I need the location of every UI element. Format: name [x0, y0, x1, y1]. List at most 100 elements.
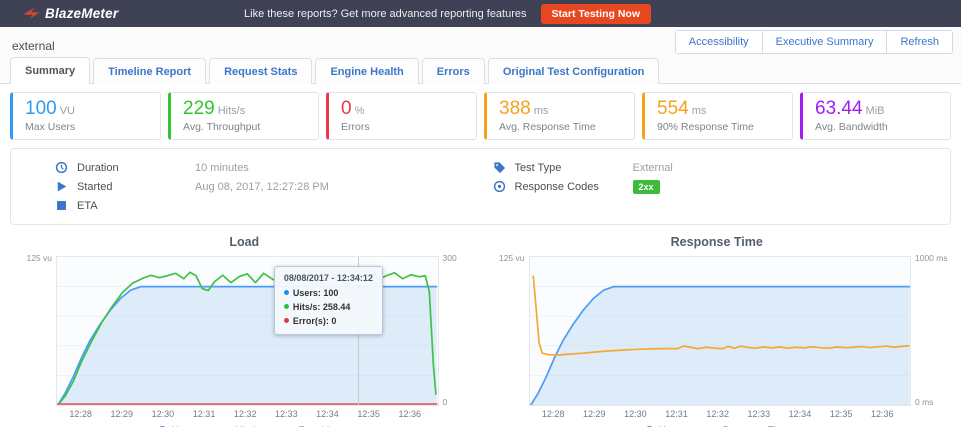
tooltip-row-error-s: Error(s): 0	[284, 315, 373, 329]
play-icon	[55, 180, 68, 193]
blazemeter-logo[interactable]: BlazeMeter	[24, 6, 118, 21]
stat-unit: %	[355, 105, 365, 117]
y-axis-left-label: 125 vu	[26, 253, 52, 263]
charts-section: Load 125 vu 300 0 08/08/2017 - 12:34:12U…	[0, 235, 961, 427]
stop-icon	[55, 199, 68, 212]
tab-engine-health[interactable]: Engine Health	[315, 58, 418, 84]
refresh-button[interactable]: Refresh	[886, 31, 952, 53]
stat-card-avg-bandwidth: 63.44MiBAvg. Bandwidth	[800, 92, 951, 140]
chart-canvas	[530, 257, 911, 405]
accessibility-button[interactable]: Accessibility	[676, 31, 762, 53]
stat-value: 554	[657, 98, 689, 119]
stat-label: 90% Response Time	[657, 121, 780, 133]
x-tick-label: 12:30	[624, 409, 647, 419]
stat-unit: ms	[534, 105, 549, 117]
tooltip-row-hits-s: Hits/s: 258.44	[284, 301, 373, 315]
x-tick-label: 12:28	[69, 409, 92, 419]
stat-unit: MiB	[866, 105, 885, 117]
test-info-panel: Duration10 minutesStartedAug 08, 2017, 1…	[10, 148, 951, 225]
stat-value: 229	[183, 98, 215, 119]
stat-unit: ms	[692, 105, 707, 117]
chart-title: Response Time	[481, 235, 954, 249]
info-row-response-codes: Response Codes2xx	[493, 177, 931, 196]
info-label: Started	[77, 181, 195, 193]
y-axis-right-max-label: 300	[443, 253, 457, 263]
series-color-dot	[284, 304, 289, 309]
test-info-right-column: Test TypeExternal Response Codes2xx	[493, 158, 931, 215]
stat-value-line: 0%	[341, 98, 464, 120]
stat-value: 63.44	[815, 98, 863, 119]
stat-label: Max Users	[25, 121, 148, 133]
stat-card-avg-response-time: 388msAvg. Response Time	[484, 92, 635, 140]
chart-title: Load	[8, 235, 481, 249]
x-tick-label: 12:34	[316, 409, 339, 419]
page-title: external	[12, 39, 55, 53]
response-codes-icon	[493, 180, 506, 193]
tab-original-test-configuration[interactable]: Original Test Configuration	[488, 58, 660, 84]
tooltip-row-users: Users: 100	[284, 287, 373, 301]
stat-value: 388	[499, 98, 531, 119]
stat-value-line: 229Hits/s	[183, 98, 306, 120]
stat-label: Avg. Throughput	[183, 121, 306, 133]
stat-value-line: 100VU	[25, 98, 148, 120]
x-axis: 12:2812:2912:3012:3112:3212:3312:3412:35…	[56, 406, 439, 421]
tab-bar: SummaryTimeline ReportRequest StatsEngin…	[0, 57, 961, 84]
blazemeter-logo-icon	[24, 7, 40, 20]
x-tick-label: 12:32	[234, 409, 257, 419]
chart-plot-area[interactable]: 125 vu 1000 ms 0 ms	[529, 256, 912, 406]
tooltip-timestamp: 08/08/2017 - 12:34:12	[284, 272, 373, 286]
x-tick-label: 12:31	[193, 409, 216, 419]
x-tick-label: 12:34	[789, 409, 812, 419]
y-axis-left-label: 125 vu	[499, 253, 525, 263]
y-axis-right-min-label: 0 ms	[915, 397, 933, 407]
info-label: ETA	[77, 200, 195, 212]
test-info-left-column: Duration10 minutesStartedAug 08, 2017, 1…	[55, 158, 493, 215]
info-value: External	[633, 162, 673, 174]
x-tick-label: 12:35	[830, 409, 853, 419]
report-subheader: external AccessibilityExecutive SummaryR…	[0, 27, 961, 57]
clock-icon	[55, 161, 68, 174]
info-label: Test Type	[515, 162, 633, 174]
top-navbar: BlazeMeter Like these reports? Get more …	[0, 0, 961, 27]
info-row-duration: Duration10 minutes	[55, 158, 493, 177]
stat-label: Avg. Bandwidth	[815, 121, 938, 133]
info-row-started: StartedAug 08, 2017, 12:27:28 PM	[55, 177, 493, 196]
stat-value: 0	[341, 98, 352, 119]
x-tick-label: 12:29	[583, 409, 606, 419]
x-tick-label: 12:36	[398, 409, 421, 419]
tag-icon	[493, 161, 506, 174]
stat-card-avg-throughput: 229Hits/sAvg. Throughput	[168, 92, 319, 140]
tab-request-stats[interactable]: Request Stats	[209, 58, 312, 84]
x-tick-label: 12:31	[665, 409, 688, 419]
stat-unit: Hits/s	[218, 105, 246, 117]
stat-value-line: 63.44MiB	[815, 98, 938, 120]
tab-summary[interactable]: Summary	[10, 57, 90, 84]
tab-timeline-report[interactable]: Timeline Report	[93, 58, 206, 84]
info-label: Duration	[77, 162, 195, 174]
tab-errors[interactable]: Errors	[422, 58, 485, 84]
start-testing-button[interactable]: Start Testing Now	[541, 4, 651, 24]
x-tick-label: 12:30	[152, 409, 175, 419]
stat-card-max-users: 100VUMax Users	[10, 92, 161, 140]
stats-row: 100VUMax Users229Hits/sAvg. Throughput0%…	[0, 84, 961, 140]
series-color-dot	[284, 318, 289, 323]
response-time-chart: Response Time 125 vu 1000 ms 0 ms 12:28 1…	[481, 235, 954, 427]
x-tick-label: 12:33	[275, 409, 298, 419]
response-codes-badge: 2xx	[633, 180, 660, 194]
info-row-eta: ETA	[55, 196, 493, 215]
stat-label: Errors	[341, 121, 464, 133]
brand-text: BlazeMeter	[45, 6, 118, 21]
x-tick-label: 12:28	[542, 409, 565, 419]
executive-summary-button[interactable]: Executive Summary	[762, 31, 887, 53]
x-tick-label: 12:36	[871, 409, 894, 419]
chart-plot-area[interactable]: 125 vu 300 0 08/08/2017 - 12:34:12Users:…	[56, 256, 439, 406]
stat-card-errors: 0%Errors	[326, 92, 477, 140]
x-tick-label: 12:32	[706, 409, 729, 419]
load-chart: Load 125 vu 300 0 08/08/2017 - 12:34:12U…	[8, 235, 481, 427]
y-axis-right-min-label: 0	[443, 397, 448, 407]
x-tick-label: 12:35	[357, 409, 380, 419]
report-actions: AccessibilityExecutive SummaryRefresh	[675, 30, 953, 54]
chart-tooltip: 08/08/2017 - 12:34:12Users: 100Hits/s: 2…	[274, 266, 383, 335]
series-color-dot	[284, 290, 289, 295]
info-value: 10 minutes	[195, 162, 249, 174]
